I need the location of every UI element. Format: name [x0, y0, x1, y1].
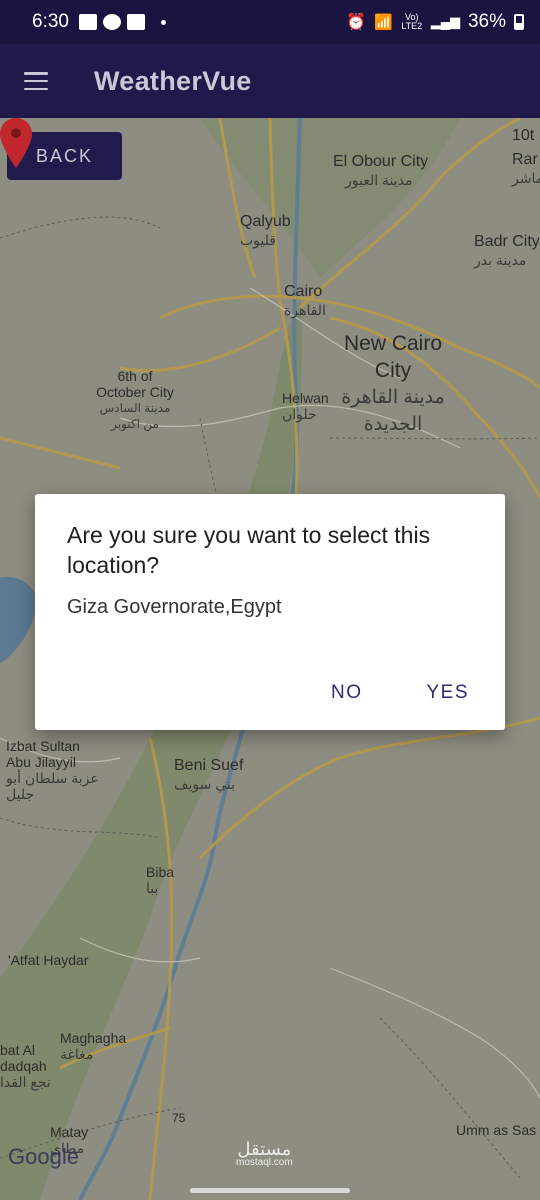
place-name-arabic: ببا [146, 880, 159, 896]
map-label-beni-suef: Beni Suef بني سويف [174, 756, 243, 794]
place-name: New Cairo City [343, 332, 443, 382]
place-name: 'Atfat Haydar [8, 952, 89, 968]
whatsapp-icon [102, 14, 121, 30]
map-label-bat-al-dadqah: bat Al dadqah نجع القدا [0, 1042, 60, 1090]
place-name: Umm as Sas [456, 1122, 537, 1138]
map-label-badr-city: Badr City مدينة بدر [474, 232, 540, 270]
place-name-arabic: مغاغة [60, 1046, 94, 1062]
place-name-arabic: ماشر [512, 170, 540, 186]
no-button[interactable]: NO [331, 682, 363, 704]
place-name-arabic: عزبة سلطان أبو جليل [6, 770, 99, 802]
mostaql-watermark: مستقل mostaql.com [236, 1139, 293, 1170]
map-label-10t: 10t [512, 126, 534, 145]
map-label-biba: Biba ببا [146, 864, 174, 896]
dialog-message: Giza Governorate,Egypt [67, 596, 282, 618]
place-name-arabic: مدينة القاهرة الجديدة [341, 387, 445, 435]
place-name: Qalyub [240, 213, 291, 230]
watermark-subtext: mostaql.com [236, 1157, 293, 1168]
battery-icon [514, 14, 524, 30]
place-name-arabic: مدينة السادس من اكتوبر [99, 401, 171, 431]
notification-icons [78, 14, 166, 30]
signal-icon: ▂▄▆ [430, 14, 460, 29]
map-label-cairo: Cairo القاهرة [284, 282, 326, 320]
place-name-arabic: قليوب [240, 232, 276, 248]
map-label-izbat-sultan: Izbat Sultan Abu Jilayyil عزبة سلطان أبو… [6, 738, 102, 802]
map-label-maghagha: Maghagha مغاغة [60, 1030, 126, 1062]
system-icons: ⏰ 📶 Vo) LTE2 ▂▄▆ 36% [346, 11, 524, 33]
confirm-location-dialog: Are you sure you want to select this loc… [35, 494, 505, 730]
place-name: Biba [146, 864, 175, 880]
map-label-umm-as-sas: Umm as Sas [456, 1122, 536, 1138]
place-name: Cairo [284, 283, 323, 300]
place-name: bat Al dadqah [0, 1042, 47, 1074]
google-logo: Google [8, 1144, 79, 1169]
place-name: 10t [512, 127, 535, 144]
dialog-actions: NO YES [331, 682, 469, 704]
more-notifications-icon [160, 19, 166, 25]
app-bar: WeatherVue [0, 44, 540, 118]
place-name-arabic: مدينة بدر [474, 252, 527, 268]
place-name-arabic: بني سويف [174, 776, 236, 792]
map-label-helwan: Helwan حلوان [282, 390, 329, 422]
map-label-rar: Rar ماشر [512, 150, 540, 188]
place-name: Maghagha [60, 1030, 127, 1046]
place-name: Rar [512, 151, 538, 168]
network-label: Vo) LTE2 [401, 12, 423, 31]
status-bar: 6:30 ⏰ 📶 Vo) LTE2 ▂▄▆ 36% [0, 0, 540, 44]
map-label-atfat-haydar: 'Atfat Haydar [8, 952, 89, 968]
map-label-6th-october: 6th of October City مدينة السادس من اكتو… [92, 368, 178, 432]
dialog-title: Are you sure you want to select this loc… [67, 522, 431, 578]
place-name: Matay [50, 1124, 89, 1140]
battery-label: 36% [467, 11, 506, 32]
place-name: Beni Suef [174, 757, 244, 774]
place-name-arabic: نجع القدا [0, 1074, 51, 1090]
alarm-icon: ⏰ [346, 14, 367, 31]
map-label-el-obour: El Obour City مدينة العبور [333, 152, 428, 190]
place-name-arabic: مدينة العبور [345, 172, 413, 188]
place-name: El Obour City [333, 153, 429, 170]
road-number: 75 [172, 1111, 186, 1125]
yes-button[interactable]: YES [426, 682, 469, 704]
map-label-qalyub: Qalyub قليوب [240, 212, 291, 250]
gesture-nav-handle[interactable] [190, 1188, 350, 1193]
place-name: Helwan [282, 390, 329, 406]
gallery-icon [78, 14, 97, 30]
place-name-arabic: القاهرة [284, 302, 326, 318]
map-label-new-cairo: New Cairo City مدينة القاهرة الجديدة [336, 330, 450, 438]
place-name: Badr City [474, 233, 540, 250]
app-title: WeatherVue [94, 65, 252, 96]
menu-icon[interactable] [24, 72, 48, 90]
place-name: Izbat Sultan Abu Jilayyil [6, 738, 80, 770]
wifi-icon: 📶 [374, 14, 393, 31]
watermark-text: مستقل [237, 1139, 292, 1159]
place-name-arabic: حلوان [282, 406, 317, 422]
status-time: 6:30 [32, 11, 69, 32]
linkedin-icon [126, 14, 145, 30]
location-pin-icon[interactable] [0, 118, 32, 168]
place-name: 6th of October City [96, 368, 174, 400]
